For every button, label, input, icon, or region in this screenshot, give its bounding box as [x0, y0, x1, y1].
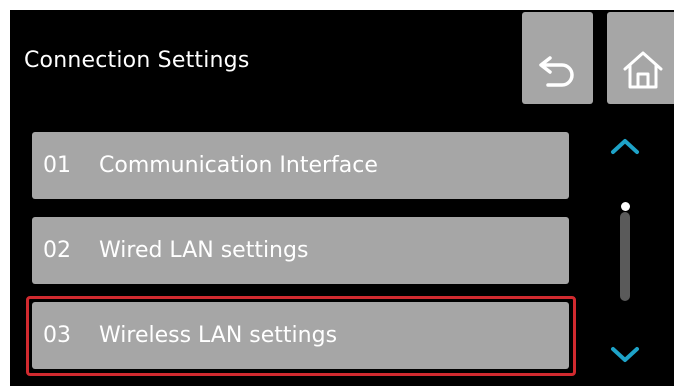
undo-arrow-icon [536, 24, 580, 92]
menu-item-number: 01 [43, 153, 71, 178]
menu-item-communication-interface[interactable]: 01 Communication Interface [32, 132, 569, 199]
scroll-up-button[interactable] [608, 136, 642, 156]
selection-highlight [26, 296, 576, 376]
device-screen: Connection Settings 01 Communication Int… [10, 10, 674, 386]
chevron-down-icon [608, 347, 642, 369]
scroll-down-button[interactable] [608, 345, 642, 365]
scrollbar-track[interactable] [620, 212, 630, 301]
menu-item-label: Communication Interface [99, 153, 378, 178]
menu-item-wired-lan[interactable]: 02 Wired LAN settings [32, 217, 569, 284]
menu-item-number: 02 [43, 238, 71, 263]
back-button[interactable] [522, 12, 593, 104]
home-icon [621, 24, 665, 92]
chevron-up-icon [608, 139, 642, 160]
home-button[interactable] [607, 12, 674, 104]
menu-item-label: Wired LAN settings [99, 238, 309, 263]
scrollbar-thumb[interactable] [621, 202, 630, 211]
page-title: Connection Settings [24, 48, 250, 73]
